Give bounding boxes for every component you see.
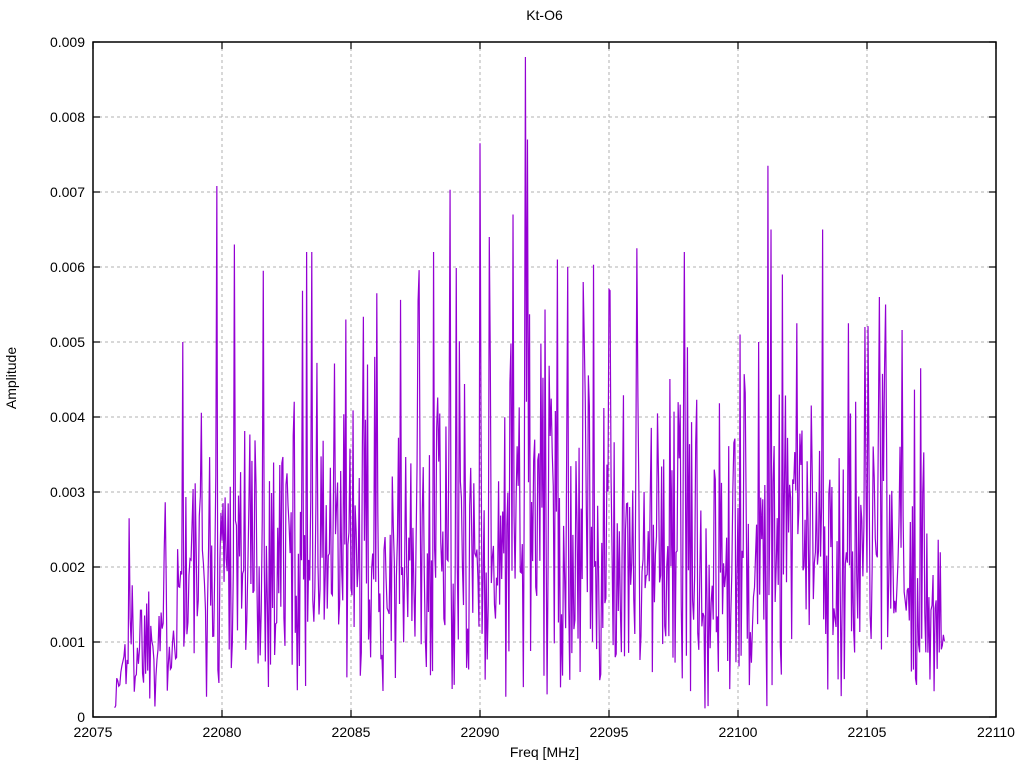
y-tick-label: 0.001	[50, 634, 85, 650]
x-tick-label: 22105	[848, 724, 887, 740]
x-tick-label: 22075	[74, 724, 113, 740]
y-tick-label: 0.002	[50, 559, 85, 575]
x-tick-label: 22090	[461, 724, 500, 740]
x-tick-label: 22100	[719, 724, 758, 740]
x-tick-label: 22080	[203, 724, 242, 740]
x-tick-label: 22085	[332, 724, 371, 740]
y-tick-label: 0	[77, 709, 85, 725]
chart-page: Kt-O6 Amplitude Freq [MHz] 22075 22080 220…	[0, 0, 1024, 768]
y-tick-label: 0.004	[50, 409, 85, 425]
y-tick-label: 0.007	[50, 184, 85, 200]
y-tick-label: 0.006	[50, 259, 85, 275]
y-tick-label: 0.009	[50, 34, 85, 50]
x-tick-label: 22110	[977, 724, 1015, 740]
y-tick-label: 0.003	[50, 484, 85, 500]
chart-canvas: 22075 22080 22085 22090 22095 22100 22105 22110…	[50, 34, 1015, 740]
spectrum-trace	[114, 56, 945, 709]
x-tick-label: 22095	[590, 724, 629, 740]
y-tick-label: 0.008	[50, 109, 85, 125]
y-tick-label: 0.005	[50, 334, 85, 350]
